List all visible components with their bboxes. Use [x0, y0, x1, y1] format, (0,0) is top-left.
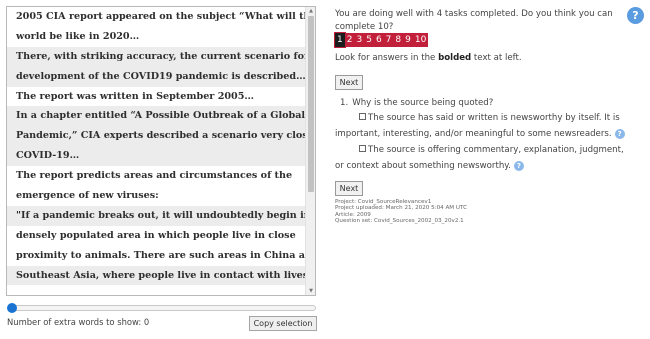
answer-option-text: The source is offering commentary, expla…	[335, 145, 624, 171]
question-text: Why is the source being quoted?	[352, 98, 494, 108]
project-metadata: Project: Covid_SourceRelevancev1 Project…	[335, 199, 467, 224]
scroll-up-arrow-icon[interactable]: ▲	[306, 7, 315, 15]
article-line[interactable]: There, with striking accuracy, the curre…	[7, 46, 305, 67]
article-line[interactable]: world be like in 2020…	[7, 27, 305, 47]
task-number-6[interactable]: 6	[374, 33, 384, 47]
task-number-9[interactable]: 9	[403, 33, 413, 47]
instructions-prefix: Look for answers in the	[335, 53, 439, 63]
article-line[interactable]: Pandemic,” CIA experts described a scena…	[7, 126, 305, 147]
task-navigation: 1 2 3 5 6 7 8 9 10	[334, 32, 429, 48]
question-number: 1.	[340, 98, 349, 108]
next-button-top[interactable]: Next	[335, 75, 363, 90]
article-line[interactable]: Southeast Asia, where people live in con…	[7, 265, 305, 286]
help-icon[interactable]: ?	[627, 7, 644, 24]
instructions-suffix: text at left.	[471, 53, 522, 63]
copy-selection-button[interactable]: Copy selection	[249, 316, 317, 331]
answer-option-text: The source has said or written is newswo…	[335, 113, 620, 139]
extra-words-slider-handle[interactable]	[7, 303, 17, 313]
article-scrollbar[interactable]: ▲ ▼	[305, 7, 315, 295]
article-line[interactable]: The report predicts areas and circumstan…	[7, 166, 305, 186]
task-number-1[interactable]: 1	[334, 32, 346, 48]
answer-option-commentary[interactable]: The source is offering commentary, expla…	[335, 142, 631, 174]
article-line[interactable]: The report was written in September 2005…	[7, 87, 305, 107]
meta-uploaded: Project uploaded: March 21, 2020 5:04 AM…	[335, 205, 467, 212]
article-line[interactable]: densely populated area in which people l…	[7, 226, 305, 246]
task-number-8[interactable]: 8	[393, 33, 403, 47]
article-line[interactable]: COVID-19…	[7, 146, 305, 167]
task-number-7[interactable]: 7	[384, 33, 394, 47]
scrollbar-thumb[interactable]	[308, 16, 314, 192]
extra-words-slider[interactable]	[10, 305, 316, 311]
scroll-down-arrow-icon[interactable]: ▼	[306, 287, 315, 295]
task-number-5[interactable]: 5	[364, 33, 374, 47]
article-text[interactable]: 2005 CIA report appeared on the subject …	[7, 7, 305, 286]
article-line[interactable]: development of the COVID19 pandemic is d…	[7, 66, 305, 87]
article-line[interactable]: proximity to animals. There are such are…	[7, 246, 305, 266]
article-line[interactable]: 2005 CIA report appeared on the subject …	[7, 7, 305, 27]
article-line[interactable]: In a chapter entitled “A Possible Outbre…	[7, 106, 305, 127]
article-line[interactable]: emergence of new viruses:	[7, 186, 305, 206]
answer-checkbox[interactable]	[359, 145, 366, 152]
article-line[interactable]: "If a pandemic breaks out, it will undou…	[7, 205, 305, 226]
option-help-icon[interactable]: ?	[513, 161, 524, 171]
next-button-bottom[interactable]: Next	[335, 181, 363, 196]
answer-option-said-newsworthy[interactable]: The source has said or written is newswo…	[335, 110, 631, 142]
article-panel[interactable]: 2005 CIA report appeared on the subject …	[6, 6, 316, 296]
progress-message: You are doing well with 4 tasks complete…	[335, 9, 613, 32]
question: 1. Why is the source being quoted?	[340, 98, 493, 108]
answer-checkbox[interactable]	[359, 113, 366, 120]
task-number-3[interactable]: 3	[354, 33, 364, 47]
instructions-bold-word: bolded	[438, 53, 472, 63]
task-number-10[interactable]: 10	[413, 33, 428, 47]
meta-question-set: Question set: Covid_Sources_2002_03_20v2…	[335, 217, 464, 224]
instructions: Look for answers in the bolded text at l…	[335, 53, 522, 63]
extra-words-label: Number of extra words to show: 0	[7, 317, 150, 327]
option-help-icon[interactable]: ?	[614, 129, 625, 139]
task-number-2[interactable]: 2	[345, 33, 355, 47]
